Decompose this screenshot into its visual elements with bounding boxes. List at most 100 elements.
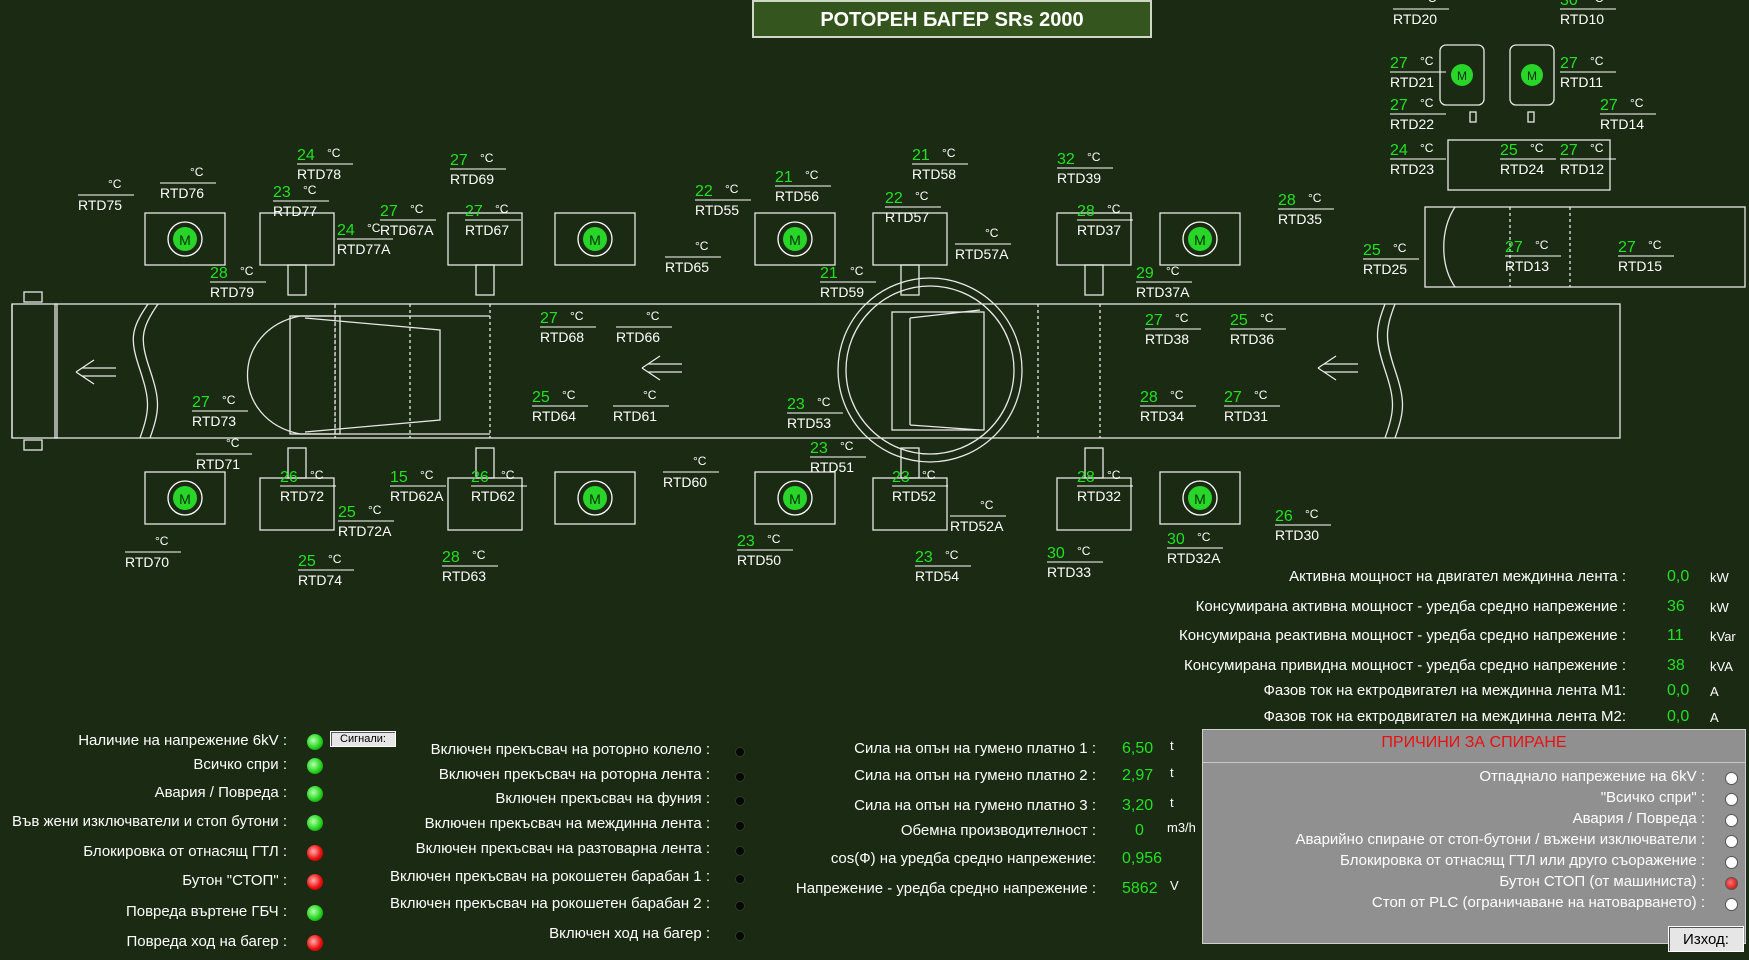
rtd-rtd34[interactable]: 28 °C RTD34 xyxy=(1140,388,1196,424)
rtd-rtd58[interactable]: 21 °C RTD58 xyxy=(912,146,968,182)
rtd-rtd73[interactable]: 27 °C RTD73 xyxy=(192,393,248,429)
breaker-label: Включен прекъсвач на роторно колело : xyxy=(430,741,710,758)
rtd-rtd71[interactable]: °C RTD71 xyxy=(196,436,252,472)
rtd-rtd54[interactable]: 23 °C RTD54 xyxy=(915,548,971,584)
status-led xyxy=(307,935,323,951)
rtd-value: 21 xyxy=(775,169,793,186)
rtd-rtd25[interactable]: 25 °C RTD25 xyxy=(1363,241,1419,277)
belt-unit: t xyxy=(1170,765,1174,780)
status-led xyxy=(307,734,323,750)
rtd-rtd32a[interactable]: 30 °C RTD32A xyxy=(1167,530,1223,566)
rtd-value: 27 xyxy=(450,152,468,169)
rtd-rtd10[interactable]: 30 °C RTD10 xyxy=(1560,0,1616,27)
rtd-rtd61[interactable]: °C RTD61 xyxy=(613,388,669,424)
rtd-rtd38[interactable]: 27 °C RTD38 xyxy=(1145,311,1201,347)
rtd-unit: °C xyxy=(480,151,494,165)
rtd-value: 24 xyxy=(337,222,355,239)
motor-icon: M xyxy=(1159,471,1241,525)
rtd-rtd66[interactable]: °C RTD66 xyxy=(616,309,672,345)
rtd-rtd30[interactable]: 26 °C RTD30 xyxy=(1275,507,1331,543)
rtd-rtd52[interactable]: 23 °C RTD52 xyxy=(892,468,948,504)
stop-reason-label: Бутон СТОП (от машиниста) : xyxy=(1499,873,1705,890)
rtd-rtd57a[interactable]: °C RTD57A xyxy=(955,226,1011,262)
belt-value: 2,97 xyxy=(1122,767,1154,784)
rtd-unit: °C xyxy=(327,146,341,160)
rtd-name: RTD33 xyxy=(1047,564,1091,580)
rtd-rtd68[interactable]: 27 °C RTD68 xyxy=(540,309,596,345)
svg-text:M: M xyxy=(1527,69,1537,83)
rtd-value: 27 xyxy=(1224,389,1242,406)
rtd-rtd35[interactable]: 28 °C RTD35 xyxy=(1278,191,1334,227)
breaker-indicator xyxy=(735,901,745,911)
rtd-rtd75[interactable]: °C RTD75 xyxy=(78,177,134,213)
rtd-rtd22[interactable]: 27 °C RTD22 xyxy=(1390,96,1446,132)
rtd-name: RTD13 xyxy=(1505,258,1549,274)
breaker-indicator xyxy=(735,821,745,831)
rtd-rtd23[interactable]: 24 °C RTD23 xyxy=(1390,141,1446,177)
rtd-rtd12[interactable]: 27 °C RTD12 xyxy=(1560,141,1616,177)
rtd-name: RTD73 xyxy=(192,413,236,429)
rtd-value: 26 xyxy=(280,469,298,486)
rtd-name: RTD30 xyxy=(1275,527,1319,543)
rtd-name: RTD76 xyxy=(160,185,204,201)
rtd-rtd76[interactable]: °C RTD76 xyxy=(160,165,216,201)
rtd-rtd15[interactable]: 27 °C RTD15 xyxy=(1618,238,1674,274)
rtd-rtd51[interactable]: 23 °C RTD51 xyxy=(810,439,866,475)
rtd-rtd70[interactable]: °C RTD70 xyxy=(125,534,181,570)
rtd-rtd67a[interactable]: 27 °C RTD67A xyxy=(380,202,436,238)
rtd-rtd37a[interactable]: 29 °C RTD37A xyxy=(1136,264,1192,300)
rtd-rtd62[interactable]: 26 °C RTD62 xyxy=(471,468,527,504)
rtd-rtd55[interactable]: 22 °C RTD55 xyxy=(695,182,751,218)
rtd-rtd63[interactable]: 28 °C RTD63 xyxy=(442,548,498,584)
rtd-unit: °C xyxy=(1590,54,1604,68)
rtd-rtd50[interactable]: 23 °C RTD50 xyxy=(737,532,793,568)
rtd-rtd32[interactable]: 28 °C RTD32 xyxy=(1077,468,1133,504)
rtd-rtd56[interactable]: 21 °C RTD56 xyxy=(775,168,831,204)
rtd-rtd74[interactable]: 25 °C RTD74 xyxy=(298,552,354,588)
exit-button[interactable]: Изход: xyxy=(1668,926,1744,952)
breaker-indicator xyxy=(735,874,745,884)
rtd-rtd64[interactable]: 25 °C RTD64 xyxy=(532,388,588,424)
rtd-rtd57[interactable]: 22 °C RTD57 xyxy=(885,189,941,225)
rtd-rtd21[interactable]: 27 °C RTD21 xyxy=(1390,54,1446,90)
rtd-rtd13[interactable]: 27 °C RTD13 xyxy=(1505,238,1561,274)
rtd-rtd33[interactable]: 30 °C RTD33 xyxy=(1047,544,1103,580)
signals-button[interactable]: Сигнали: xyxy=(330,731,396,747)
rtd-name: RTD62A xyxy=(390,488,444,504)
rtd-name: RTD38 xyxy=(1145,331,1189,347)
rtd-rtd78[interactable]: 24 °C RTD78 xyxy=(297,146,353,182)
rtd-name: RTD23 xyxy=(1390,161,1434,177)
measurement-label: Фазов ток на ектродвигател на междинна л… xyxy=(1263,707,1626,725)
rtd-rtd31[interactable]: 27 °C RTD31 xyxy=(1224,388,1280,424)
rtd-rtd65[interactable]: °C RTD65 xyxy=(665,239,721,275)
motor-icon: M xyxy=(554,212,636,266)
rtd-value: 28 xyxy=(442,549,460,566)
rtd-rtd37[interactable]: 28 °C RTD37 xyxy=(1077,202,1133,238)
rtd-rtd53[interactable]: 23 °C RTD53 xyxy=(787,395,843,431)
measurement-label: Фазов ток на ектродвигател на междинна л… xyxy=(1263,682,1626,699)
rtd-rtd67[interactable]: 27 °C RTD67 xyxy=(465,202,521,238)
rtd-name: RTD34 xyxy=(1140,408,1184,424)
rtd-rtd69[interactable]: 27 °C RTD69 xyxy=(450,151,506,187)
belt-label: Обемна производителност : xyxy=(900,822,1096,839)
rtd-rtd62a[interactable]: 15 °C RTD62A xyxy=(390,468,446,504)
rtd-rtd11[interactable]: 27 °C RTD11 xyxy=(1560,54,1616,90)
rtd-name: RTD69 xyxy=(450,171,494,187)
rtd-rtd79[interactable]: 28 °C RTD79 xyxy=(210,264,266,300)
rtd-rtd72[interactable]: 26 °C RTD72 xyxy=(280,468,336,504)
stop-reason-indicator xyxy=(1725,814,1738,827)
rtd-rtd24[interactable]: 25 °C RTD24 xyxy=(1500,141,1556,177)
belt-value: 5862 xyxy=(1122,880,1158,897)
rtd-rtd20[interactable]: °C RTD20 xyxy=(1393,0,1449,27)
rtd-rtd14[interactable]: 27 °C RTD14 xyxy=(1600,96,1656,132)
rtd-rtd39[interactable]: 32 °C RTD39 xyxy=(1057,150,1113,186)
rtd-value: 26 xyxy=(1275,508,1293,525)
stop-reason-label: Отпаднало напрежение на 6kV : xyxy=(1479,768,1705,785)
rtd-rtd59[interactable]: 21 °C RTD59 xyxy=(820,264,876,300)
rtd-rtd72a[interactable]: 25 °C RTD72A xyxy=(338,503,394,539)
rtd-rtd36[interactable]: 25 °C RTD36 xyxy=(1230,311,1286,347)
belt-value: 0 xyxy=(1135,822,1144,839)
rtd-name: RTD11 xyxy=(1560,74,1603,90)
rtd-rtd60[interactable]: °C RTD60 xyxy=(663,454,719,490)
rtd-rtd52a[interactable]: °C RTD52A xyxy=(950,498,1006,534)
